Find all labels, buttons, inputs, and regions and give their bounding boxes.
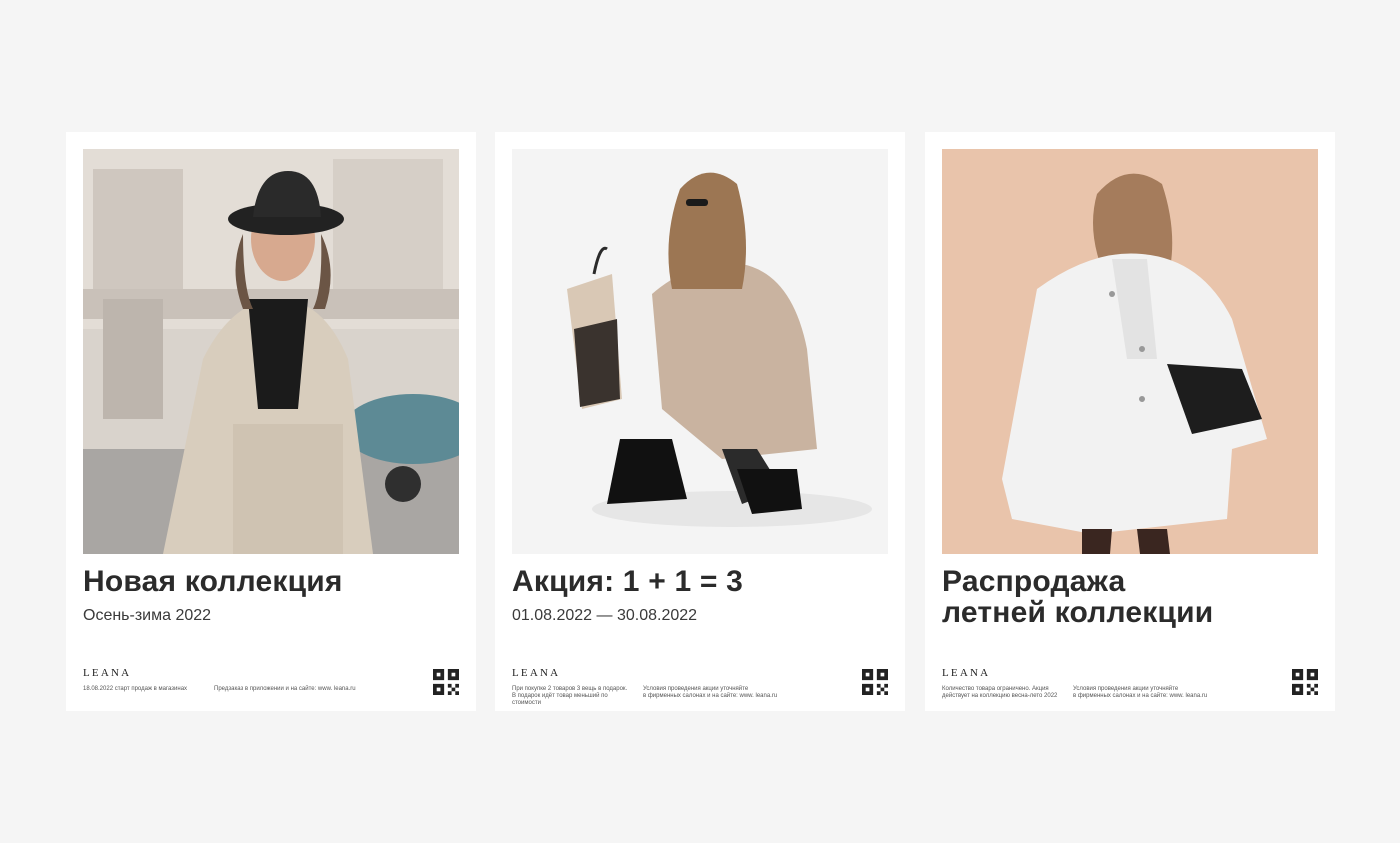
qr-code-icon <box>862 669 888 695</box>
note-right: Условия проведения акции уточняйте в фир… <box>1073 686 1208 699</box>
poster-title: Новая коллекция <box>83 565 343 598</box>
note-right: Условия проведения акции уточняйте в фир… <box>643 686 778 699</box>
poster-subtitle: 01.08.2022 — 30.08.2022 <box>512 607 698 624</box>
brand-logo: LEANA <box>512 667 561 679</box>
brand-logo: LEANA <box>942 667 991 679</box>
poster-promo-1-plus-1: Акция: 1 + 1 = 3 01.08.2022 — 30.08.2022… <box>495 132 905 711</box>
photo-model-white-coat <box>942 149 1318 554</box>
note-right: Предзаказ в приложении и на сайте: www. … <box>214 686 356 692</box>
note-left: При покупке 2 товаров 3 вещь в подарок. … <box>512 686 628 706</box>
poster-subtitle: Осень-зима 2022 <box>83 607 212 624</box>
qr-code-icon <box>433 669 459 695</box>
photo-model-beige-coat-hat <box>83 149 459 554</box>
note-left: Количество товара ограничено. Акция дейс… <box>942 686 1058 699</box>
qr-code-icon <box>1292 669 1318 695</box>
poster-title: Акция: 1 + 1 = 3 <box>512 565 744 598</box>
poster-summer-sale: Распродажа летней коллекции LEANA Количе… <box>925 132 1335 711</box>
brand-logo: LEANA <box>83 667 132 679</box>
poster-new-collection: Новая коллекция Осень-зима 2022 LEANA 18… <box>66 132 476 711</box>
poster-title: Распродажа летней коллекции <box>942 565 1214 629</box>
note-left: 18.08.2022 старт продаж в магазинах <box>83 686 188 692</box>
photo-model-crouching-bag <box>512 149 888 554</box>
